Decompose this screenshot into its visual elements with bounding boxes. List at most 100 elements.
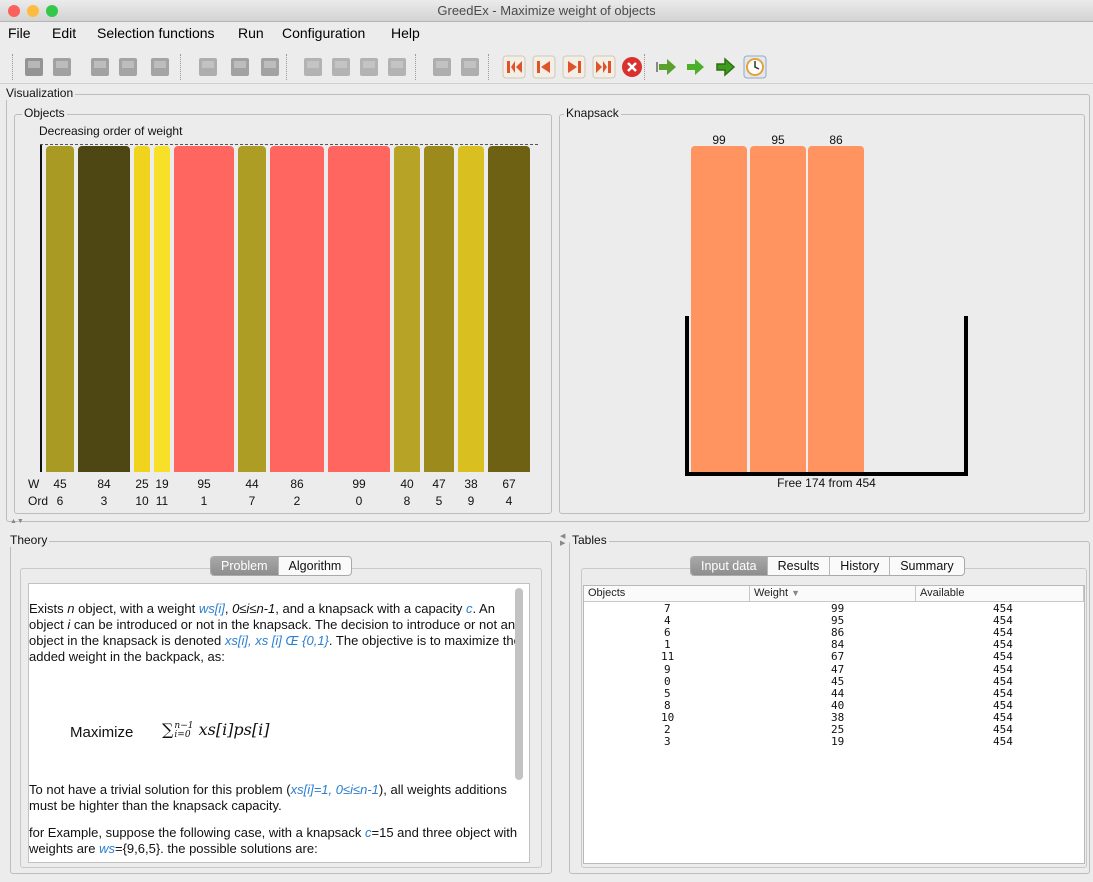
- run-step-icon[interactable]: [713, 55, 737, 79]
- object-order-label: 7: [248, 494, 256, 508]
- object-weight-label: 19: [155, 477, 169, 491]
- cell-objects: 3: [664, 735, 671, 749]
- object-bar: [488, 146, 530, 472]
- table-icon-3[interactable]: [357, 55, 381, 79]
- theory-scrollbar[interactable]: [515, 588, 523, 780]
- column-header-weight[interactable]: Weight ▼: [750, 586, 916, 602]
- object-order-label: 2: [293, 494, 301, 508]
- chart-left-border: [40, 144, 42, 472]
- table-icon-2[interactable]: [329, 55, 353, 79]
- menu-file[interactable]: File: [8, 25, 31, 41]
- menu-run[interactable]: Run: [238, 25, 264, 41]
- table-icon-1[interactable]: [301, 55, 325, 79]
- theory-tabs: Problem Algorithm: [210, 556, 353, 576]
- object-weight-label: 86: [290, 477, 304, 491]
- toolbar: [0, 44, 1093, 84]
- cell-weight: 67: [831, 650, 845, 664]
- knapsack-right-wall: [964, 316, 968, 476]
- object-bar: [458, 146, 484, 472]
- object-bar: [46, 146, 74, 472]
- open-gear-icon[interactable]: [50, 55, 74, 79]
- column-header-objects[interactable]: Objects: [584, 586, 750, 602]
- object-weight-label: 84: [97, 477, 111, 491]
- first-step-icon[interactable]: [502, 55, 526, 79]
- cell-weight: 19: [831, 735, 845, 749]
- object-bar: [328, 146, 390, 472]
- horizontal-split-handle[interactable]: ◀ ▶: [560, 533, 565, 547]
- column-header-available[interactable]: Available: [916, 586, 1084, 602]
- cell-objects: 5: [664, 686, 671, 700]
- theory-paragraph-2: To not have a trivial solution for this …: [29, 782, 507, 813]
- tab-problem[interactable]: Problem: [211, 557, 279, 575]
- tab-algorithm[interactable]: Algorithm: [279, 557, 352, 575]
- objects-chart: [40, 144, 538, 472]
- save-as-icon[interactable]: [148, 55, 172, 79]
- knapsack-title: Knapsack: [564, 106, 621, 120]
- table-row[interactable]: 3 19 454: [584, 736, 1084, 748]
- object-order-label: 8: [403, 494, 411, 508]
- new-icon[interactable]: [22, 55, 46, 79]
- object-order-label: 6: [56, 494, 64, 508]
- next-step-icon[interactable]: [562, 55, 586, 79]
- cell-objects: 11: [661, 650, 675, 664]
- object-weight-label: 38: [464, 477, 478, 491]
- previous-step-icon[interactable]: [532, 55, 556, 79]
- cell-available: 454: [993, 735, 1013, 749]
- run-fast-icon[interactable]: [655, 55, 679, 79]
- chart-top-border: [40, 144, 538, 145]
- order-label: Decreasing order of weight: [39, 124, 183, 138]
- object-weight-label: 47: [432, 477, 446, 491]
- window-title: GreedEx - Maximize weight of objects: [437, 3, 656, 18]
- toolbar-separator: [180, 54, 182, 80]
- object-order-label: 0: [355, 494, 363, 508]
- cell-weight: 44: [831, 686, 845, 700]
- save-icon[interactable]: [116, 55, 140, 79]
- theory-paragraph-1: Exists n object, with a weight ws[i], 0≤…: [29, 601, 521, 664]
- object-order-label: 1: [200, 494, 208, 508]
- cell-available: 454: [993, 662, 1013, 676]
- menu-edit[interactable]: Edit: [52, 25, 76, 41]
- users-icon-2[interactable]: [458, 55, 482, 79]
- tables-tabs: Input data Results History Summary: [690, 556, 965, 576]
- copy-icon[interactable]: [228, 55, 252, 79]
- table-icon-4[interactable]: [385, 55, 409, 79]
- last-step-icon[interactable]: [592, 55, 616, 79]
- toolbar-separator: [12, 54, 14, 80]
- run-icon[interactable]: [683, 55, 707, 79]
- vertical-split-handle[interactable]: ▲▼: [10, 518, 24, 525]
- tab-input-data[interactable]: Input data: [691, 557, 768, 575]
- tab-results[interactable]: Results: [768, 557, 831, 575]
- table-row[interactable]: 5 44 454: [584, 686, 1084, 700]
- cell-objects: 8: [664, 698, 671, 712]
- knapsack-item-bar: [691, 146, 747, 472]
- table-row[interactable]: 11 67 454: [584, 651, 1084, 663]
- delete-icon[interactable]: [258, 55, 282, 79]
- sort-descending-icon: ▼: [791, 588, 801, 598]
- edit-icon[interactable]: [196, 55, 220, 79]
- object-weight-label: 95: [197, 477, 211, 491]
- knapsack-free-text: Free 174 from 454: [777, 476, 876, 490]
- object-weight-label: 40: [400, 477, 414, 491]
- object-order-label: 5: [435, 494, 443, 508]
- cell-available: 454: [993, 650, 1013, 664]
- object-order-label: 3: [100, 494, 108, 508]
- knapsack-item-label: 99: [712, 133, 726, 147]
- table-row[interactable]: 9 47 454: [584, 662, 1084, 676]
- timer-icon[interactable]: [743, 55, 767, 79]
- tab-history[interactable]: History: [830, 557, 891, 575]
- object-bar: [154, 146, 170, 472]
- menu-help[interactable]: Help: [391, 25, 420, 41]
- title-bar: GreedEx - Maximize weight of objects: [0, 0, 1093, 22]
- menu-selection-functions[interactable]: Selection functions: [97, 25, 215, 41]
- tab-summary[interactable]: Summary: [890, 557, 963, 575]
- open-folder-icon[interactable]: [88, 55, 112, 79]
- menu-configuration[interactable]: Configuration: [282, 25, 365, 41]
- knapsack-item-label: 95: [771, 133, 785, 147]
- cell-weight: 40: [831, 698, 845, 712]
- table-row[interactable]: 0 45 454: [584, 674, 1084, 688]
- users-icon-1[interactable]: [430, 55, 454, 79]
- object-bar: [424, 146, 454, 472]
- object-bar: [270, 146, 324, 472]
- stop-icon[interactable]: [620, 55, 644, 79]
- cell-objects: 0: [664, 674, 671, 688]
